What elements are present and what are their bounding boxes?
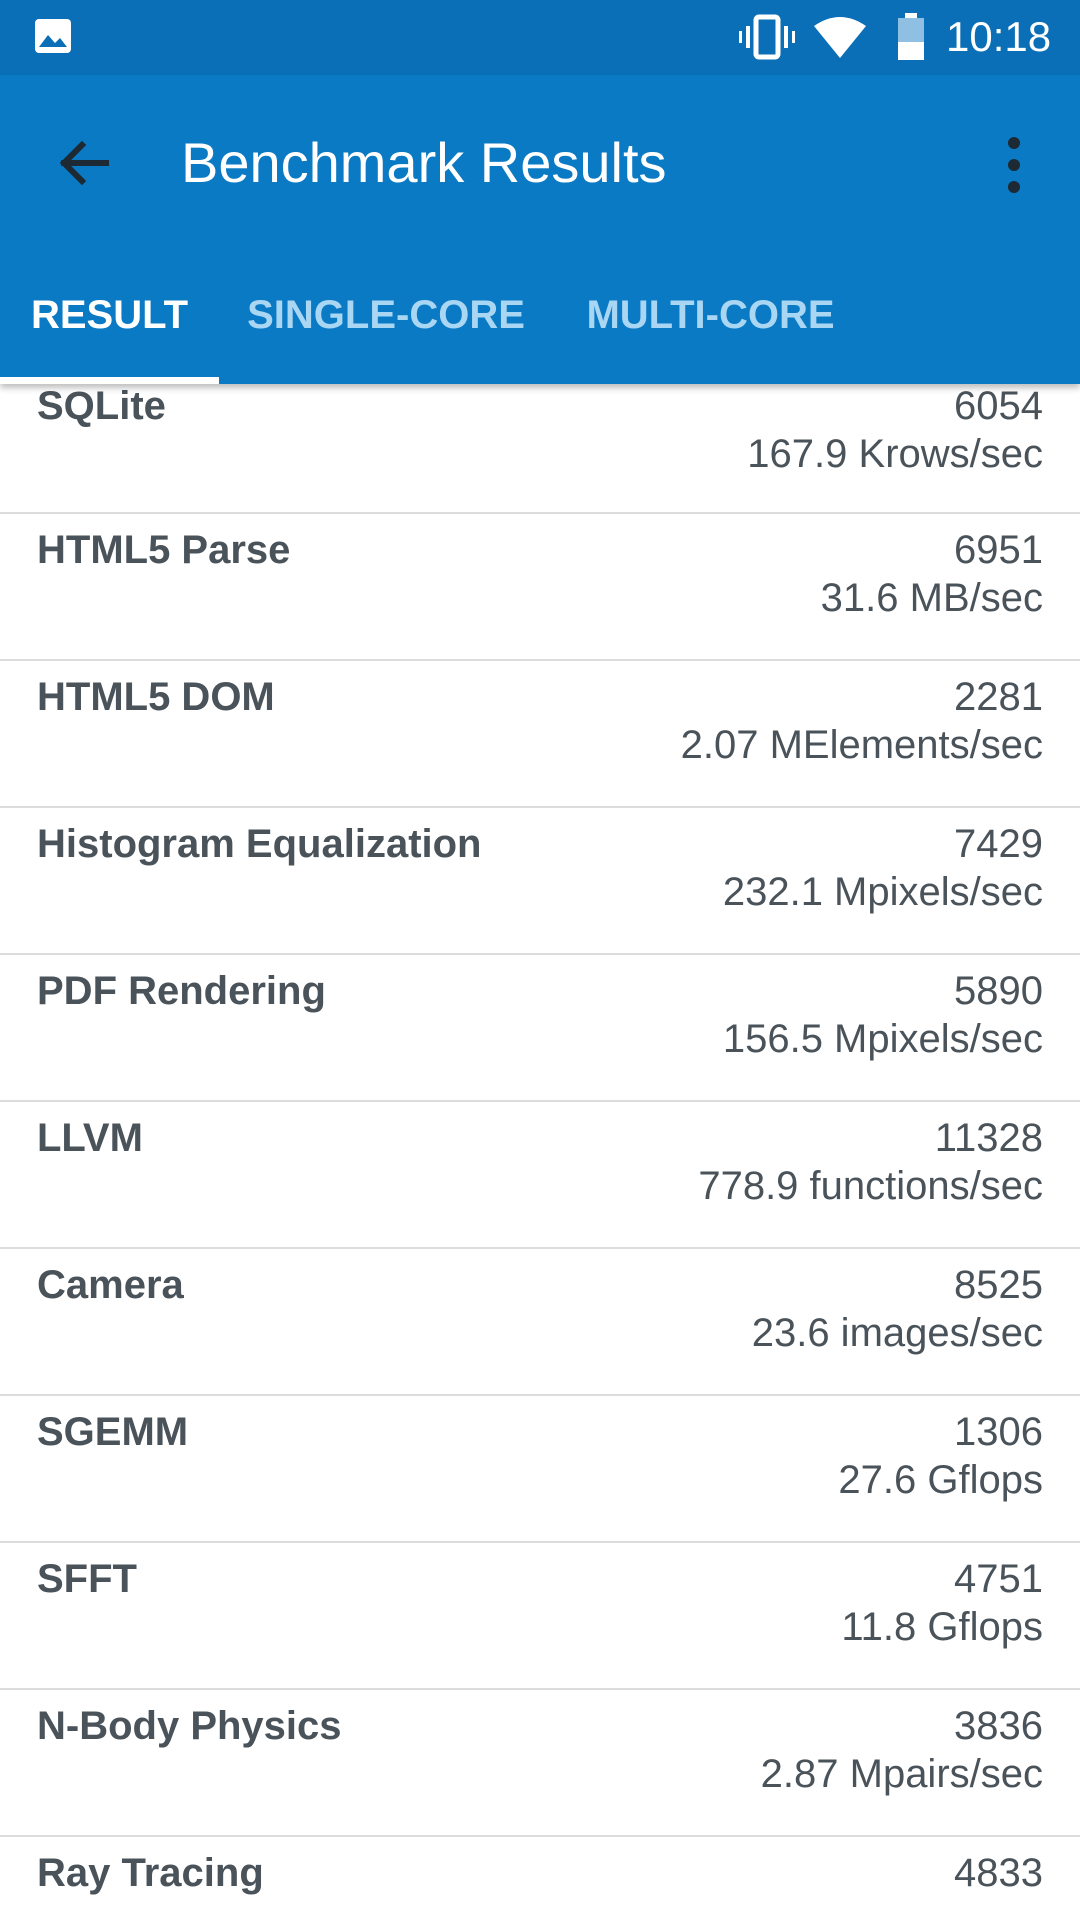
- arrow-left-icon[interactable]: [44, 123, 124, 203]
- result-name: HTML5 Parse: [37, 528, 291, 572]
- result-name: SFFT: [37, 1557, 137, 1601]
- result-name: Ray Tracing: [37, 1851, 264, 1895]
- result-rate: 11.8 Gflops: [841, 1605, 1043, 1649]
- gallery-icon: [35, 19, 71, 53]
- list-item: LLVM 11328 778.9 functions/sec: [0, 1102, 1080, 1249]
- result-name: HTML5 DOM: [37, 675, 275, 719]
- list-item: SGEMM 1306 27.6 Gflops: [0, 1396, 1080, 1543]
- list-item: Ray Tracing 4833: [0, 1837, 1080, 1917]
- page-title: Benchmark Results: [181, 131, 667, 194]
- result-score: 2281: [954, 675, 1043, 719]
- list-item: Histogram Equalization 7429 232.1 Mpixel…: [0, 808, 1080, 955]
- result-score: 3836: [954, 1704, 1043, 1748]
- result-name: SQLite: [37, 384, 166, 428]
- tab-indicator: [0, 377, 219, 384]
- result-score: 1306: [954, 1410, 1043, 1454]
- result-score: 8525: [954, 1263, 1043, 1307]
- list-item: Camera 8525 23.6 images/sec: [0, 1249, 1080, 1396]
- more-vert-icon[interactable]: [990, 127, 1038, 203]
- result-score: 11328: [934, 1116, 1043, 1160]
- result-rate: 232.1 Mpixels/sec: [722, 870, 1043, 914]
- list-item: N-Body Physics 3836 2.87 Mpairs/sec: [0, 1690, 1080, 1837]
- list-item: SQLite 6054 167.9 Krows/sec: [0, 384, 1080, 514]
- result-name: SGEMM: [37, 1410, 189, 1454]
- result-rate: 27.6 Gflops: [838, 1458, 1043, 1502]
- tab-result[interactable]: RESULT: [0, 255, 219, 384]
- status-time: 10:18: [946, 13, 1052, 60]
- list-item: SFFT 4751 11.8 Gflops: [0, 1543, 1080, 1690]
- result-score: 4833: [954, 1851, 1043, 1895]
- tab-bar: RESULT SINGLE-CORE MULTI-CORE: [0, 255, 1080, 384]
- tab-multi-core[interactable]: MULTI-CORE: [553, 255, 868, 384]
- result-score: 4751: [954, 1557, 1043, 1601]
- result-score: 6951: [954, 528, 1043, 572]
- result-rate: 23.6 images/sec: [751, 1311, 1043, 1355]
- list-item: HTML5 DOM 2281 2.07 MElements/sec: [0, 661, 1080, 808]
- results-list[interactable]: SQLite 6054 167.9 Krows/sec HTML5 Parse …: [0, 384, 1080, 1917]
- status-bar: 10:18: [0, 0, 1080, 75]
- result-name: PDF Rendering: [37, 969, 326, 1013]
- result-rate: 31.6 MB/sec: [820, 576, 1043, 620]
- result-score: 7429: [954, 822, 1043, 866]
- wifi-icon: [814, 17, 866, 58]
- tab-result-label: RESULT: [30, 293, 189, 337]
- tab-single-core-label: SINGLE-CORE: [247, 293, 525, 337]
- app-bar: Benchmark Results RESULT SINGLE-CORE MUL…: [0, 75, 1080, 384]
- tab-multi-core-label: MULTI-CORE: [586, 293, 835, 337]
- tab-single-core[interactable]: SINGLE-CORE: [219, 255, 553, 384]
- vibrate-icon: [739, 14, 795, 60]
- list-item: PDF Rendering 5890 156.5 Mpixels/sec: [0, 955, 1080, 1102]
- list-item: HTML5 Parse 6951 31.6 MB/sec: [0, 514, 1080, 661]
- result-score: 6054: [954, 384, 1043, 428]
- result-rate: 2.07 MElements/sec: [680, 723, 1043, 767]
- result-rate: 167.9 Krows/sec: [747, 432, 1043, 476]
- result-name: Histogram Equalization: [37, 822, 482, 866]
- result-name: N-Body Physics: [37, 1704, 342, 1748]
- result-name: Camera: [37, 1263, 184, 1307]
- result-rate: 2.87 Mpairs/sec: [760, 1752, 1043, 1796]
- result-score: 5890: [954, 969, 1043, 1013]
- result-name: LLVM: [37, 1116, 143, 1160]
- result-rate: 156.5 Mpixels/sec: [722, 1017, 1043, 1061]
- result-rate: 778.9 functions/sec: [698, 1164, 1043, 1208]
- battery-icon: [898, 13, 924, 60]
